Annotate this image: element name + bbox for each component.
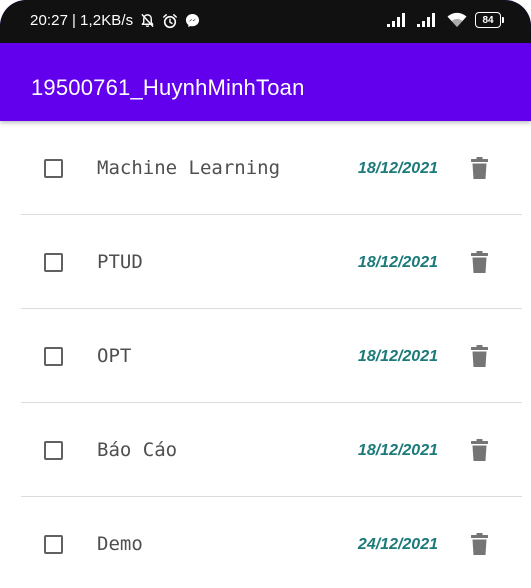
alarm-icon (163, 13, 178, 28)
task-checkbox[interactable] (44, 441, 63, 460)
task-name: Machine Learning (97, 157, 281, 179)
task-checkbox[interactable] (44, 535, 63, 554)
status-network-speed: 1,2KB/s (80, 12, 134, 29)
task-date: 18/12/2021 (357, 160, 438, 177)
status-right: 84 (387, 12, 504, 28)
task-checkbox[interactable] (44, 253, 63, 272)
delete-button[interactable] (468, 532, 490, 556)
task-name: PTUD (97, 251, 143, 273)
messenger-icon (186, 13, 200, 28)
delete-button[interactable] (468, 250, 490, 274)
status-separator: | (72, 12, 77, 29)
delete-button[interactable] (468, 438, 490, 462)
task-date: 18/12/2021 (357, 348, 438, 365)
status-left: 20:27 | 1,2KB/s (30, 12, 200, 29)
trash-icon (470, 439, 488, 461)
task-name: OPT (97, 345, 132, 367)
task-date: 24/12/2021 (357, 536, 438, 553)
task-row: Machine Learning 18/12/2021 (0, 121, 531, 215)
trash-icon (470, 345, 488, 367)
status-time: 20:27 (30, 12, 69, 29)
task-date: 18/12/2021 (357, 254, 438, 271)
task-name: Demo (97, 533, 143, 555)
mute-notification-icon (141, 13, 154, 28)
trash-icon (470, 533, 488, 555)
task-checkbox[interactable] (44, 347, 63, 366)
phone-screen: 20:27 | 1,2KB/s 84 19500761_HuynhMinhToa… (0, 0, 531, 588)
battery-icon: 84 (475, 12, 504, 28)
app-bar: 20:27 | 1,2KB/s 84 19500761_HuynhMinhToa… (0, 0, 531, 121)
status-bar: 20:27 | 1,2KB/s 84 (0, 0, 531, 43)
task-row: Báo Cáo 18/12/2021 (0, 403, 531, 497)
task-name: Báo Cáo (97, 439, 178, 461)
task-row: OPT 18/12/2021 (0, 309, 531, 403)
task-checkbox[interactable] (44, 159, 63, 178)
signal-1-icon (387, 13, 405, 27)
task-row: Demo 24/12/2021 (0, 497, 531, 588)
delete-button[interactable] (468, 344, 490, 368)
delete-button[interactable] (468, 156, 490, 180)
wifi-icon (447, 12, 467, 27)
signal-2-icon (417, 13, 435, 27)
trash-icon (470, 157, 488, 179)
trash-icon (470, 251, 488, 273)
battery-level: 84 (482, 14, 494, 26)
task-row: PTUD 18/12/2021 (0, 215, 531, 309)
task-date: 18/12/2021 (357, 442, 438, 459)
app-title: 19500761_HuynhMinhToan (31, 75, 305, 100)
